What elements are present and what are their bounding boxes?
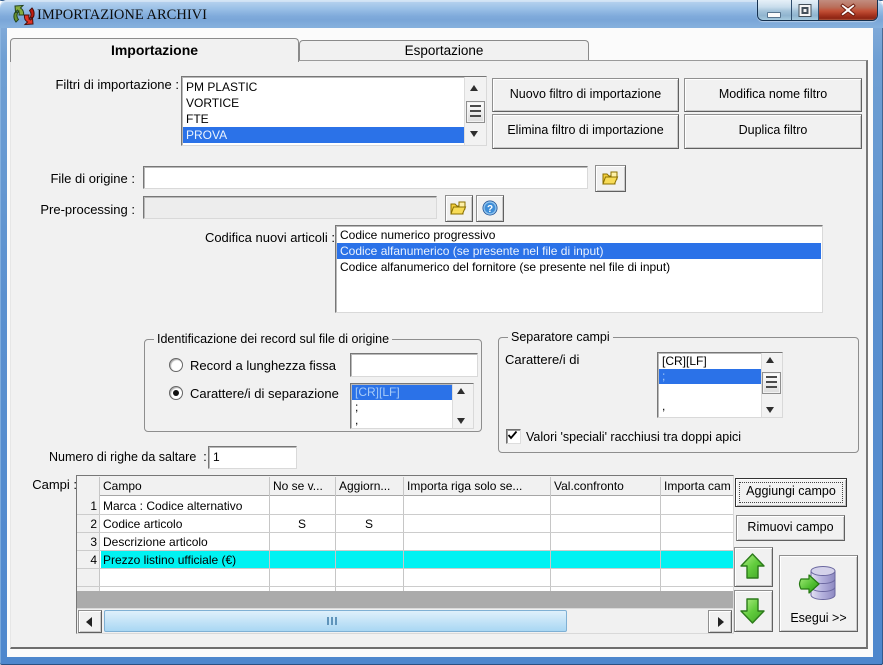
svg-text:?: ? bbox=[487, 204, 493, 215]
